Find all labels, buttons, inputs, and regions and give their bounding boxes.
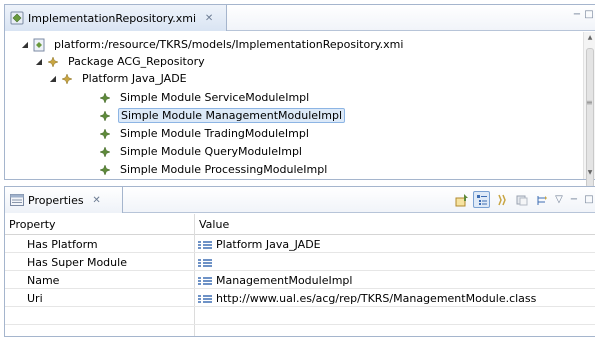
- property-value-text: Platform Java_JADE: [216, 238, 321, 251]
- editor-tabbar: ImplementationRepository.xmi ✕ − □: [5, 5, 595, 31]
- properties-tab-label: Properties: [28, 193, 84, 207]
- properties-view: Properties ✕ ▽ − □ Property Value Has Pl…: [4, 186, 595, 337]
- property-value[interactable]: http://www.ual.es/acg/rep/TKRS/Managemen…: [198, 290, 536, 307]
- tree-node-label: Package ACG_Repository: [68, 55, 205, 68]
- properties-tab[interactable]: Properties ✕: [5, 187, 123, 213]
- tree-node-simple-module[interactable]: Simple Module ProcessingModuleImpl: [97, 161, 329, 178]
- properties-maximize-icon[interactable]: □: [583, 194, 595, 206]
- empty-row: [5, 308, 595, 325]
- property-row-has-platform[interactable]: Has Platform Platform Java_JADE: [5, 236, 595, 253]
- simple-module-icon: [97, 90, 113, 106]
- view-menu-icon[interactable]: ▽: [553, 194, 565, 206]
- property-name: Has Super Module: [27, 256, 127, 269]
- tree-node-label: Simple Module ManagementModuleImpl: [118, 108, 346, 123]
- property-row-name[interactable]: Name ManagementModuleImpl: [5, 272, 595, 289]
- model-tree: ◢ platform:/resource/TKRS/models/Impleme…: [5, 32, 583, 179]
- expanded-twisty-icon[interactable]: ◢: [47, 74, 59, 83]
- expanded-twisty-icon[interactable]: ◢: [33, 57, 45, 66]
- property-value-icon: [198, 294, 212, 303]
- scroll-up-arrow-icon[interactable]: ▲: [584, 32, 595, 44]
- properties-toolbar: ▽ − □: [453, 191, 595, 208]
- tree-node-label: platform:/resource/TKRS/models/Implement…: [54, 38, 404, 51]
- filter-properties-icon[interactable]: [533, 191, 550, 208]
- properties-table: Property Value Has Platform Platform Jav…: [5, 214, 595, 336]
- scrollbar-grip-icon: ≡: [586, 98, 593, 107]
- tree-node-platform[interactable]: ◢ Platform Java_JADE: [47, 70, 189, 87]
- tree-node-label: Simple Module ProcessingModuleImpl: [120, 163, 328, 176]
- property-row-has-super-module[interactable]: Has Super Module: [5, 254, 595, 271]
- property-value-icon: [198, 276, 212, 285]
- property-value-icon: [198, 258, 212, 267]
- editor-tab[interactable]: ImplementationRepository.xmi ✕: [5, 5, 227, 31]
- tree-node-simple-module[interactable]: Simple Module ServiceModuleImpl: [97, 89, 311, 106]
- editor-tab-label: ImplementationRepository.xmi: [28, 11, 197, 25]
- tree-node-package[interactable]: ◢ Package ACG_Repository: [33, 53, 207, 70]
- simple-module-icon: [97, 162, 113, 178]
- expanded-twisty-icon[interactable]: ◢: [19, 40, 31, 49]
- property-value[interactable]: [198, 254, 216, 271]
- column-header-property[interactable]: Property: [5, 214, 56, 235]
- tree-node-label: Simple Module TradingModuleImpl: [120, 127, 309, 140]
- simple-module-icon: [97, 108, 113, 124]
- property-row-uri[interactable]: Uri http://www.ual.es/acg/rep/TKRS/Manag…: [5, 290, 595, 307]
- tree-node-label: Platform Java_JADE: [82, 72, 187, 85]
- editor-view: ImplementationRepository.xmi ✕ − □ ◢ pla…: [4, 4, 595, 188]
- tree-node-label: Simple Module QueryModuleImpl: [120, 145, 302, 158]
- properties-minimize-icon[interactable]: −: [568, 194, 580, 206]
- tree-node-simple-module[interactable]: Simple Module QueryModuleImpl: [97, 143, 304, 160]
- property-value-text: ManagementModuleImpl: [216, 274, 353, 287]
- property-name: Name: [27, 274, 60, 287]
- xmi-file-icon: [9, 10, 25, 26]
- simple-module-icon: [97, 144, 113, 160]
- properties-table-header: Property Value: [5, 214, 595, 235]
- restore-default-value-icon[interactable]: [513, 191, 530, 208]
- tree-node-simple-module-selected[interactable]: Simple Module ManagementModuleImpl: [97, 107, 346, 124]
- column-header-value[interactable]: Value: [195, 214, 229, 235]
- scroll-down-arrow-icon[interactable]: ▼: [584, 167, 595, 179]
- tree-node-resource[interactable]: ◢ platform:/resource/TKRS/models/Impleme…: [19, 36, 405, 53]
- property-value[interactable]: ManagementModuleImpl: [198, 272, 352, 289]
- tree-vertical-scrollbar[interactable]: ▲ ≡ ▼: [583, 32, 595, 188]
- properties-view-icon: [9, 192, 25, 208]
- editor-minimize-icon[interactable]: −: [571, 9, 583, 21]
- property-value[interactable]: Platform Java_JADE: [198, 236, 321, 253]
- property-name: Has Platform: [27, 238, 98, 251]
- show-categories-icon[interactable]: [473, 191, 490, 208]
- editor-view-controls: − □: [571, 9, 595, 21]
- resource-file-icon: [31, 37, 47, 53]
- platform-node-icon: [59, 71, 75, 87]
- simple-module-icon: [97, 126, 113, 142]
- editor-tab-close-icon[interactable]: ✕: [204, 13, 214, 24]
- editor-maximize-icon[interactable]: □: [583, 9, 595, 21]
- properties-tab-close-icon[interactable]: ✕: [92, 195, 102, 206]
- tree-node-simple-module[interactable]: Simple Module TradingModuleImpl: [97, 125, 311, 142]
- properties-tabbar: Properties ✕ ▽ − □: [5, 187, 595, 213]
- tree-node-label: Simple Module ServiceModuleImpl: [120, 91, 310, 104]
- package-node-icon: [45, 54, 61, 70]
- property-value-text: http://www.ual.es/acg/rep/TKRS/Managemen…: [216, 292, 537, 305]
- property-value-icon: [198, 240, 212, 249]
- show-advanced-properties-icon[interactable]: [493, 191, 510, 208]
- property-name: Uri: [27, 292, 43, 305]
- pin-to-selection-icon[interactable]: [453, 191, 470, 208]
